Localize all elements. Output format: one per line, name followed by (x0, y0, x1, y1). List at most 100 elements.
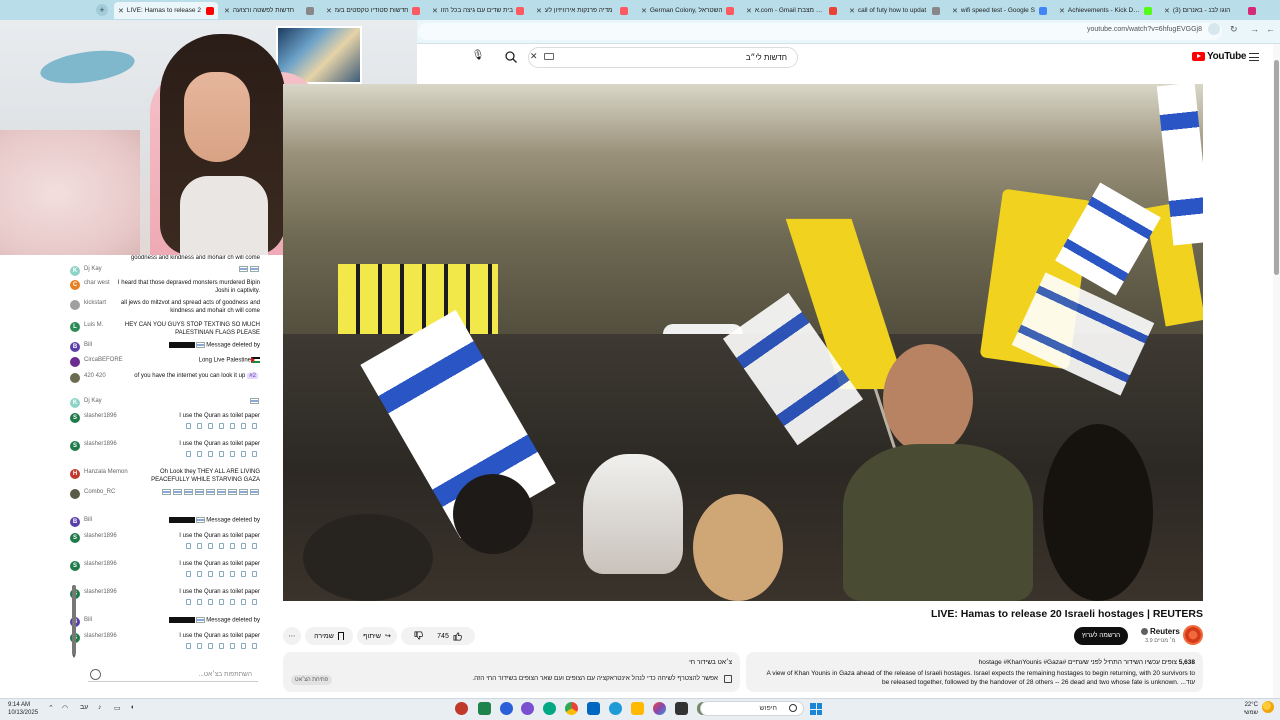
youtube-logo[interactable]: YouTube (1192, 51, 1247, 62)
browser-tab[interactable]: ✕א.com - Gmail רגשה מצבת (742, 2, 841, 19)
chat-message[interactable]: Cchar west I heard that those depraved mo… (70, 280, 260, 295)
search-icon[interactable] (504, 50, 518, 64)
hamburger-menu-icon[interactable] (1249, 53, 1259, 61)
chat-author[interactable]: Bill (84, 342, 92, 350)
voice-search-icon[interactable]: 🎙︎ (471, 50, 485, 64)
close-tab-icon[interactable]: ✕ (952, 7, 958, 15)
chevron-up-icon[interactable]: ⌃ (48, 704, 54, 712)
chat-author[interactable]: CircaBEFORE (84, 357, 123, 365)
description-box[interactable]: 5,638 צופים עכשיו השידור התחיל לפני שעתי… (746, 652, 1203, 692)
chat-author[interactable]: Combo_RC (84, 489, 115, 497)
whatsapp-icon[interactable] (543, 702, 556, 715)
forward-icon[interactable]: → (1250, 24, 1259, 34)
taskbar-app-icon[interactable] (500, 702, 513, 715)
chat-author[interactable]: Luis M. (84, 322, 103, 330)
chat-author[interactable]: 420 420 (84, 373, 106, 381)
chat-author[interactable]: slasher1896 (84, 589, 117, 597)
browser-tab[interactable]: ✕ German Colony, השטראל (637, 2, 738, 19)
subscribe-button[interactable]: הרשמה לערוץ (1074, 627, 1128, 645)
chat-message[interactable]: BBillMessage deleted by (70, 517, 260, 527)
open-chat-button[interactable]: פתיחת הצ׳אט (291, 675, 333, 685)
chat-author[interactable]: slasher1896 (84, 413, 117, 421)
chat-author[interactable]: slasher1896 (84, 561, 117, 569)
clear-search-icon[interactable]: ✕ (530, 51, 538, 62)
chrome-icon[interactable] (565, 702, 578, 715)
chat-author[interactable]: slasher1896 (84, 441, 117, 449)
close-tab-icon[interactable]: ✕ (641, 7, 647, 15)
taskbar-app-icon[interactable] (521, 702, 534, 715)
close-tab-icon[interactable]: ✕ (849, 7, 855, 15)
browser-tab[interactable]: ✕ Achievements - Kick Dash (1055, 2, 1156, 19)
network-icon[interactable]: ▭ (114, 704, 121, 712)
chat-message[interactable]: H Hanzala Memon Oh Look they THEY ALL ARE … (70, 469, 260, 484)
chat-author[interactable]: slasher1896 (84, 533, 117, 541)
chat-message[interactable]: Sslasher1896I use the Quran as toilet pa… (70, 441, 260, 459)
browser-tab[interactable]: ✕ LIVE: Hamas to release 2 (114, 2, 218, 19)
chat-author[interactable]: Dj Kay (84, 266, 102, 274)
emoji-icon[interactable] (90, 669, 101, 680)
more-actions-button[interactable]: ⋯ (283, 627, 301, 645)
like-button[interactable]: 745 (437, 632, 462, 641)
chat-author[interactable]: Hanzala Memon (84, 469, 128, 477)
browser-tab[interactable]: ✕ בית שדים עם גיצה בכל הזו (428, 2, 528, 19)
dislike-button[interactable] (414, 631, 423, 642)
reload-icon[interactable]: ↻ (1230, 24, 1238, 35)
site-info-icon[interactable] (1208, 23, 1220, 35)
video-player[interactable] (283, 84, 1203, 601)
microphone-icon[interactable]: ♪ (98, 704, 102, 711)
chat-author[interactable]: slasher1896 (84, 633, 117, 641)
browser-tab[interactable]: ✕ wifi speed test - Google S (948, 2, 1051, 19)
chat-message[interactable]: Sslasher1896I use the Quran as toilet pa… (70, 561, 260, 579)
close-tab-icon[interactable]: ✕ (118, 7, 124, 15)
url-field[interactable]: youtube.com/watch?v=6hfugEVGGj8 (418, 23, 1222, 40)
taskbar-app-icon[interactable] (675, 702, 688, 715)
chat-message[interactable]: L Luis M. HEY CAN YOU GUYS STOP TEXTING SO… (70, 322, 260, 337)
save-button[interactable]: שמירה (305, 627, 353, 645)
chat-scroll-down-icon[interactable]: ▼ (71, 654, 77, 660)
back-icon[interactable]: ← (1266, 24, 1275, 34)
chat-author[interactable]: char west (84, 280, 110, 288)
chat-message[interactable]: Sslasher1896I use the Quran as toilet pa… (70, 413, 260, 431)
language-indicator[interactable]: עב (80, 704, 88, 711)
browser-tab[interactable]: ✕ מדיה פרנקות אירוויזיון לע (532, 2, 632, 19)
close-tab-icon[interactable]: ✕ (1164, 7, 1170, 15)
chat-message[interactable]: CircaBEFORE Long Live Palestine (70, 357, 260, 367)
taskbar-app-icon[interactable] (455, 702, 468, 715)
chat-message[interactable]: K Dj Kay (70, 266, 260, 276)
chat-author[interactable]: Dj Kay (84, 398, 102, 406)
browser-tab[interactable]: ✕ (3) הוגו לבנ - באנרום (1160, 2, 1260, 19)
close-tab-icon[interactable]: ✕ (1059, 7, 1065, 15)
chat-message[interactable]: K Dj Kay (70, 398, 260, 408)
chat-input[interactable]: השתתפות בצ׳אט... (88, 668, 258, 682)
chat-author[interactable]: Bill (84, 617, 92, 625)
chat-message[interactable]: BBillMessage deleted by (70, 617, 260, 627)
close-tab-icon[interactable]: ✕ (536, 7, 542, 15)
keyboard-icon[interactable] (544, 53, 554, 60)
chat-message[interactable]: 420 420 of you have the internet you can … (70, 373, 260, 383)
new-tab-button[interactable]: + (96, 4, 108, 16)
taskbar-app-icon[interactable] (478, 702, 491, 715)
taskbar-weather[interactable]: 22°C שמשי (1244, 701, 1258, 717)
close-tab-icon[interactable]: ✕ (432, 7, 438, 15)
channel-name[interactable]: Reuters (1150, 627, 1180, 636)
browser-tab[interactable]: ✕ חדשות לפשטה ורצועה (220, 2, 318, 19)
browser-tab[interactable]: ✕ חדשות סטודיו טקסטים בעז (322, 2, 424, 19)
windows-start-icon[interactable] (810, 703, 822, 715)
close-tab-icon[interactable]: ✕ (224, 7, 230, 15)
chat-message[interactable]: Combo_RC (70, 489, 260, 499)
chat-message[interactable]: Sslasher1896I use the Quran as toilet pa… (70, 533, 260, 551)
edge-icon[interactable] (609, 702, 622, 715)
chat-message[interactable]: kickstart all jews do mitzvot and spread … (70, 300, 260, 315)
chat-message[interactable]: BBillMessage deleted by (70, 342, 260, 352)
search-input[interactable]: חדשות לי״ב (528, 47, 798, 68)
chat-scrollbar[interactable] (72, 585, 76, 655)
file-explorer-icon[interactable] (631, 702, 644, 715)
channel-avatar[interactable] (1183, 625, 1203, 645)
share-button[interactable]: ↪ שיתוף (357, 627, 397, 645)
page-scrollbar-thumb[interactable] (1274, 60, 1279, 275)
chat-message[interactable]: Sslasher1896I use the Quran as toilet pa… (70, 589, 260, 607)
chat-author[interactable]: Bill (84, 517, 92, 525)
browser-tab[interactable]: ✕ call of futy how to updat (845, 2, 944, 19)
wifi-icon[interactable]: ◠ (62, 704, 68, 712)
taskbar-app-icon[interactable] (587, 702, 600, 715)
